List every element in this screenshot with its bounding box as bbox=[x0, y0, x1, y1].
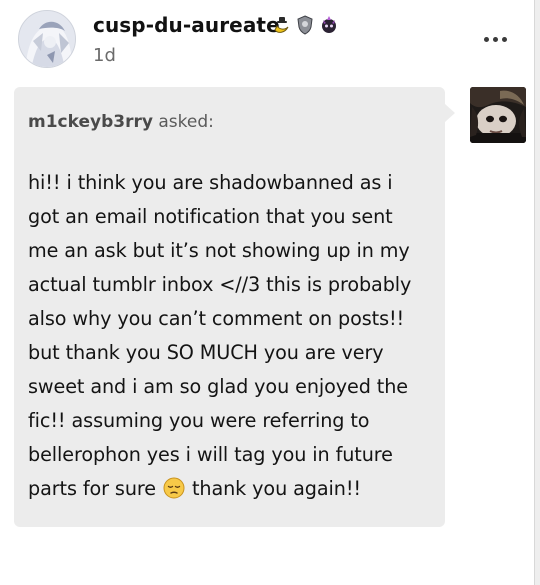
right-edge-border bbox=[534, 0, 540, 585]
blog-badges bbox=[270, 13, 340, 37]
more-dot-icon bbox=[492, 36, 498, 42]
ask-text-main: hi!! i think you are shadowbanned as i g… bbox=[28, 171, 412, 500]
more-dot-icon bbox=[483, 36, 489, 42]
banana-badge-icon bbox=[274, 17, 289, 33]
pensive-face-emoji-icon bbox=[163, 477, 185, 499]
blog-avatar[interactable] bbox=[18, 10, 76, 68]
asker-name-link[interactable]: m1ckeyb3rry bbox=[28, 112, 153, 132]
ask-question-text: hi!! i think you are shadowbanned as i g… bbox=[28, 166, 436, 506]
post-timestamp[interactable]: 1d bbox=[93, 45, 116, 66]
more-dot-icon bbox=[501, 36, 507, 42]
asked-label: asked: bbox=[152, 112, 214, 132]
avatar-illustration bbox=[19, 11, 75, 67]
purple-creature-badge-icon bbox=[322, 16, 336, 33]
post-header: cusp-du-aureate 1d bbox=[0, 0, 534, 80]
more-options-button[interactable] bbox=[477, 26, 513, 52]
shield-badge-icon bbox=[297, 15, 313, 35]
asker-avatar-image bbox=[470, 87, 526, 143]
asker-avatar[interactable] bbox=[470, 87, 526, 143]
ask-text-end: thank you again!! bbox=[185, 477, 362, 500]
blog-name[interactable]: cusp-du-aureate bbox=[93, 13, 280, 37]
ask-bubble-pointer bbox=[445, 104, 455, 122]
asker-line: m1ckeyb3rry asked: bbox=[28, 112, 214, 132]
